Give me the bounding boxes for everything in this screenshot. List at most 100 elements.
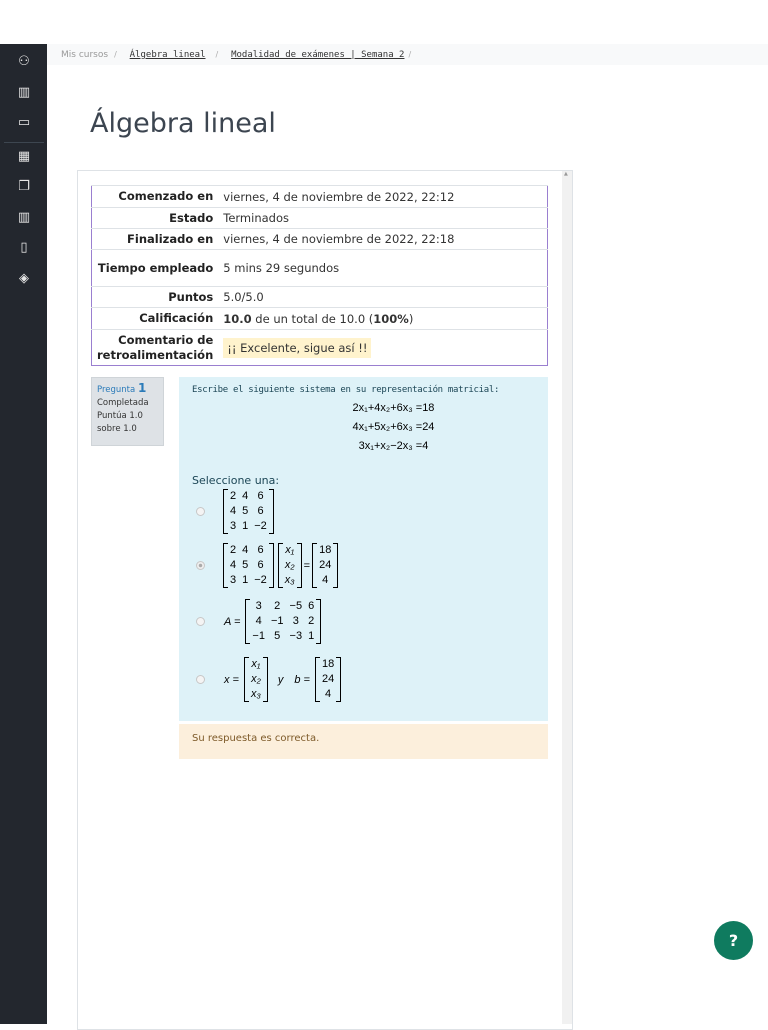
summary-row: Puntos 5.0/5.0 [91, 286, 548, 308]
matrix-cell: x₂ [251, 673, 261, 685]
equation: 4x₁+5x₂+6x₃ =24 [352, 421, 435, 433]
summary-label: Puntos [91, 286, 219, 308]
radio-button[interactable] [196, 675, 205, 684]
matrix-cell: 6 [257, 490, 264, 502]
graduation-cap-icon[interactable]: ◈ [14, 269, 34, 289]
summary-label: Calificación [91, 307, 219, 330]
participants-icon[interactable]: ⚇ [14, 52, 34, 72]
question-label: Pregunta [97, 385, 136, 395]
question-info: Pregunta 1 Completada Puntúa 1.0 sobre 1… [91, 377, 164, 446]
summary-label: Comentario de retroalimentación [91, 329, 219, 366]
matrix-a: 2 4 6 4 5 6 3 1 −2 [223, 543, 274, 588]
select-prompt: Seleccione una: [192, 474, 280, 487]
matrix-cell: −1 [270, 615, 284, 627]
matrix-cell: 6 [308, 600, 315, 612]
question-state: Completada [97, 398, 149, 408]
book-icon[interactable]: ▥ [14, 208, 34, 228]
radio-button-selected[interactable] [196, 561, 205, 570]
answer-option-1[interactable]: 2 4 6 4 5 6 3 1 −2 [196, 489, 276, 534]
radio-button[interactable] [196, 617, 205, 626]
sidebar: ⚇ ▥ ▭ ▦ ❐ ▥ ▯ ◈ [0, 44, 47, 1024]
page-title: Álgebra lineal [90, 108, 276, 139]
matrix-cell: 1 [242, 574, 249, 586]
calendar-icon[interactable]: ▦ [14, 147, 34, 167]
matrix-c: 3 2 −5 6 4 −1 3 2 −1 5 −3 1 [245, 599, 322, 644]
matrix-cell: 2 [230, 490, 237, 502]
answer-option-3[interactable]: A = 3 2 −5 6 4 −1 3 2 −1 5 −3 1 [196, 599, 323, 644]
summary-value: viernes, 4 de noviembre de 2022, 22:12 [218, 185, 548, 208]
scrollbar[interactable] [562, 171, 572, 1024]
matrix-cell: 24 [319, 559, 332, 571]
attempt-summary-table: Comenzado en viernes, 4 de noviembre de 2… [91, 185, 548, 366]
matrix-cell: x₁ [251, 658, 261, 670]
vector-x: x₁ x₂ x₃ [243, 657, 268, 702]
matrix-cell: x₂ [284, 559, 295, 571]
matrix-cell: 18 [321, 658, 335, 670]
matrix-cell: 4 [230, 505, 237, 517]
summary-label: Tiempo empleado [91, 249, 219, 287]
matrix-cell: 5 [274, 630, 281, 642]
sidebar-divider [4, 142, 44, 143]
grade-total: de un total de 10.0 ( [251, 311, 374, 326]
matrix-cell: x₃ [250, 688, 261, 700]
equations: 2x₁+4x₂+6x₃ =18 4x₁+5x₂+6x₃ =24 3x₁+x₂−2… [192, 399, 535, 456]
matrix-cell: 2 [308, 615, 315, 627]
files-icon[interactable]: ❐ [14, 177, 34, 197]
matrix-cell: −2 [254, 574, 267, 586]
equation: 3x₁+x₂−2x₃ =4 [358, 440, 429, 452]
matrix-cell: 4 [242, 544, 249, 556]
matrix-cell: x₁ [285, 544, 295, 556]
matrix-cell: −3 [289, 630, 303, 642]
matrix-cell: 4 [255, 615, 262, 627]
matrix-cell: 4 [322, 574, 329, 586]
summary-value: viernes, 4 de noviembre de 2022, 22:18 [218, 228, 548, 250]
breadcrumb-course[interactable]: Álgebra lineal [130, 50, 206, 60]
summary-row: Calificación 10.0 de un total de 10.0 (10… [91, 307, 548, 330]
question-grade: Puntúa 1.0 sobre 1.0 [97, 411, 143, 434]
breadcrumb-section[interactable]: Modalidad de exámenes | Semana 2 [231, 50, 404, 60]
help-button[interactable]: ? [714, 921, 753, 960]
matrix-cell: 4 [230, 559, 237, 571]
matrix-a: 2 4 6 4 5 6 3 1 −2 [223, 489, 274, 534]
breadcrumb: Mis cursos / Álgebra lineal / Modalidad de… [47, 44, 768, 65]
vector-label: x = [224, 673, 239, 686]
summary-value: ¡¡ Excelente, sigue así !! [218, 329, 548, 366]
summary-row: Estado Terminados [91, 207, 548, 229]
summary-value: 5 mins 29 segundos [218, 249, 548, 287]
matrix-cell: 6 [257, 559, 264, 571]
matrix-cell: 2 [230, 544, 237, 556]
grade-percent: 100% [373, 311, 409, 326]
question-content: Escribe el siguiente sistema en su repre… [179, 377, 548, 721]
question-number: 1 [137, 381, 147, 395]
summary-value: Terminados [218, 207, 548, 229]
breadcrumb-my-courses[interactable]: Mis cursos [61, 50, 108, 60]
summary-row: Finalizado en viernes, 4 de noviembre de … [91, 228, 548, 250]
matrix-cell: x₃ [284, 574, 295, 586]
matrix-cell: −2 [254, 520, 267, 532]
matrix-cell: −5 [289, 600, 303, 612]
conjunction: y [277, 673, 284, 686]
summary-label: Finalizado en [91, 228, 219, 250]
matrix-cell: 3 [230, 520, 237, 532]
matrix-cell: 4 [325, 688, 332, 700]
radio-button[interactable] [196, 507, 205, 516]
feedback-badge: ¡¡ Excelente, sigue así !! [223, 337, 372, 358]
mobile-icon[interactable]: ▯ [14, 238, 34, 258]
matrix-cell: 3 [255, 600, 262, 612]
top-bar [0, 0, 768, 44]
summary-row: Comentario de retroalimentación ¡¡ Excele… [91, 329, 548, 366]
book-icon[interactable]: ▥ [14, 83, 34, 103]
matrix-cell: 6 [257, 505, 264, 517]
answer-option-2[interactable]: 2 4 6 4 5 6 3 1 −2 x₁ x₂ x₃ = 18 24 4 [196, 543, 340, 588]
summary-label: Estado [91, 207, 219, 229]
matrix-label: A = [224, 615, 241, 628]
vector-b: 18 24 4 [312, 543, 339, 588]
matrix-cell: 6 [257, 544, 264, 556]
matrix-cell: 1 [308, 630, 315, 642]
matrix-cell: 3 [292, 615, 299, 627]
matrix-cell: 5 [242, 505, 249, 517]
answer-option-4[interactable]: x = x₁ x₂ x₃ y b = 18 24 4 [196, 657, 343, 702]
grade-value: 10.0 [223, 311, 252, 326]
folder-icon[interactable]: ▭ [14, 113, 34, 133]
matrix-cell: 24 [321, 673, 335, 685]
